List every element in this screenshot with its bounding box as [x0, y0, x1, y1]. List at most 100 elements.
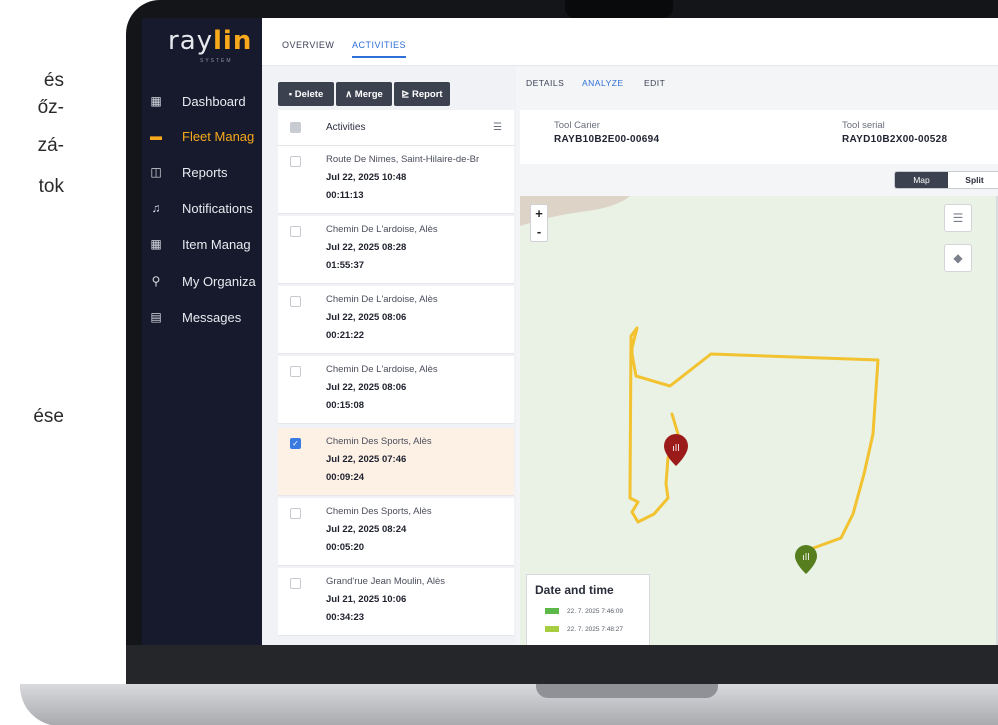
activity-checkbox[interactable] [290, 508, 301, 519]
app-screen: raylin SYSTEM ▦ Dashboard ▬ Fleet Manag … [142, 18, 998, 645]
list-item[interactable]: Chemin Des Sports, Alès Jul 22, 2025 08:… [278, 498, 514, 566]
sidebar-item-label: Fleet Manag [182, 128, 255, 144]
zoom-out-button[interactable]: - [531, 223, 547, 241]
activity-checkbox[interactable] [290, 366, 301, 377]
tool-carrier-value: RAYB10B2E00-00694 [554, 134, 660, 145]
legend-swatch [545, 608, 559, 614]
bell-icon: ♫ [151, 201, 161, 215]
laptop-opening-groove [536, 684, 718, 698]
end-marker: ıll [795, 545, 817, 574]
filter-icon[interactable]: ☰ [493, 122, 502, 133]
logo-accent-text: lin [213, 26, 253, 56]
svg-text:ıll: ıll [802, 553, 810, 563]
list-item-selected[interactable]: ✓ Chemin Des Sports, Alès Jul 22, 2025 0… [278, 428, 514, 496]
tab-activities[interactable]: ACTIVITIES [352, 40, 406, 50]
dashboard-icon: ▦ [150, 94, 162, 108]
sidebar-item-messages[interactable]: ▤ Messages [142, 304, 262, 330]
map-view-button[interactable]: Map [895, 172, 948, 188]
list-item[interactable]: Route De Nimes, Saint-Hilaire-de-Br Jul … [278, 146, 514, 214]
sidebar-item-label: Notifications [182, 200, 253, 216]
laptop-base [20, 684, 998, 725]
tool-serial-value: RAYD10B2X00-00528 [842, 134, 948, 145]
activity-date: Jul 22, 2025 08:06 [326, 312, 407, 323]
list-item[interactable]: Grand'rue Jean Moulin, Alès Jul 21, 2025… [278, 568, 514, 636]
sidebar-item-label: Messages [182, 309, 242, 325]
activity-duration: 00:05:20 [326, 542, 365, 553]
activities-header-title: Activities [326, 122, 366, 133]
message-icon: ▤ [150, 310, 162, 324]
legend-label: 22. 7. 2025 7:48:27 [567, 625, 624, 633]
sidebar-item-label: Item Manag [182, 236, 251, 252]
activity-checkbox[interactable] [290, 578, 301, 589]
logo: raylin [168, 26, 252, 56]
brochure-text-column: és őz- zá- tok ése [0, 0, 120, 725]
legend-label: 22. 7. 2025 7:46:09 [567, 607, 624, 615]
sidebar-item-label: Reports [182, 164, 228, 180]
toolbox-icon: ▬ [150, 129, 162, 143]
activity-date: Jul 22, 2025 08:24 [326, 524, 407, 535]
zoom-control: + - [530, 204, 548, 242]
activity-date: Jul 22, 2025 07:46 [326, 454, 407, 465]
org-icon: ⚲ [151, 274, 161, 288]
main-content: OVERVIEW ACTIVITIES ▪ Delete ∧ Merge ⊵ R… [262, 18, 998, 645]
list-item[interactable]: Chemin De L'ardoise, Alès Jul 22, 2025 0… [278, 216, 514, 284]
activity-duration: 01:55:37 [326, 260, 365, 271]
activity-duration: 00:34:23 [326, 612, 365, 623]
activity-location: Grand'rue Jean Moulin, Alès [326, 576, 446, 587]
view-toggle: Map Split [894, 171, 998, 189]
tool-info-bar: Tool Carier RAYB10B2E00-00694 Tool seria… [520, 110, 998, 164]
activity-checkbox-checked[interactable]: ✓ [290, 438, 301, 449]
top-tab-bar: OVERVIEW ACTIVITIES [262, 18, 998, 66]
route-map[interactable]: ıll ıll + - ☰ ◆ Date and time 22. 7. 202… [520, 196, 998, 645]
sidebar-item-fleet-management[interactable]: ▬ Fleet Manag [142, 123, 262, 149]
delete-button[interactable]: ▪ Delete [278, 82, 334, 106]
activity-duration: 00:15:08 [326, 400, 365, 411]
legend-item: 22. 7. 2025 7:46:09 [545, 605, 623, 617]
list-item[interactable]: Chemin De L'ardoise, Alès Jul 22, 2025 0… [278, 356, 514, 424]
sidebar-item-dashboard[interactable]: ▦ Dashboard [142, 88, 262, 114]
activity-location: Chemin De L'ardoise, Alès [326, 224, 438, 235]
zoom-in-button[interactable]: + [531, 205, 547, 223]
sidebar-item-my-organization[interactable]: ⚲ My Organiza [142, 268, 262, 294]
sidebar-item-reports[interactable]: ◫ Reports [142, 159, 262, 185]
activity-duration: 00:11:13 [326, 190, 364, 201]
activities-header: Activities ☰ [278, 110, 514, 146]
logo-subtitle: SYSTEM [200, 58, 233, 64]
activity-checkbox[interactable] [290, 226, 301, 237]
activity-date: Jul 21, 2025 10:06 [326, 594, 407, 605]
tab-details[interactable]: DETAILS [526, 78, 564, 88]
grid-icon: ▦ [150, 237, 162, 251]
report-button[interactable]: ⊵ Report [394, 82, 450, 106]
activity-detail-panel: DETAILS ANALYZE EDIT Tool Carier RAYB10B… [516, 66, 998, 645]
tab-edit[interactable]: EDIT [644, 78, 665, 88]
select-all-checkbox[interactable] [290, 122, 301, 133]
legend-item: 22. 7. 2025 7:48:27 [545, 623, 623, 635]
sidebar-item-label: My Organiza [182, 273, 256, 289]
tool-serial-label: Tool serial [842, 120, 885, 131]
activities-panel: ▪ Delete ∧ Merge ⊵ Report Activities ☰ R… [262, 66, 516, 645]
laptop-chin [126, 645, 998, 685]
sidebar-item-notifications[interactable]: ♫ Notifications [142, 195, 262, 221]
tab-analyze[interactable]: ANALYZE [582, 78, 624, 88]
activity-checkbox[interactable] [290, 156, 301, 167]
list-item[interactable]: Chemin De L'ardoise, Alès Jul 22, 2025 0… [278, 286, 514, 354]
laptop-camera-notch [565, 0, 673, 18]
activity-date: Jul 22, 2025 10:48 [326, 172, 407, 183]
activity-duration: 00:21:22 [326, 330, 365, 341]
sidebar-item-item-management[interactable]: ▦ Item Manag [142, 231, 262, 257]
legend-swatch [545, 626, 559, 632]
merge-button[interactable]: ∧ Merge [336, 82, 392, 106]
chart-icon: ◫ [150, 165, 162, 179]
tab-overview[interactable]: OVERVIEW [282, 40, 334, 50]
split-view-button[interactable]: Split [948, 172, 998, 188]
brochure-text-line: őz- [37, 97, 64, 118]
map-settings-icon[interactable]: ☰ [944, 204, 972, 232]
activity-date: Jul 22, 2025 08:28 [326, 242, 407, 253]
logo-text: ray [168, 26, 214, 56]
activity-checkbox[interactable] [290, 296, 301, 307]
activity-location: Chemin De L'ardoise, Alès [326, 364, 438, 375]
map-legend: Date and time 22. 7. 2025 7:46:09 22. 7.… [526, 574, 650, 645]
sidebar: raylin SYSTEM ▦ Dashboard ▬ Fleet Manag … [142, 18, 262, 645]
layers-icon[interactable]: ◆ [944, 244, 972, 272]
sidebar-item-label: Dashboard [182, 93, 246, 109]
